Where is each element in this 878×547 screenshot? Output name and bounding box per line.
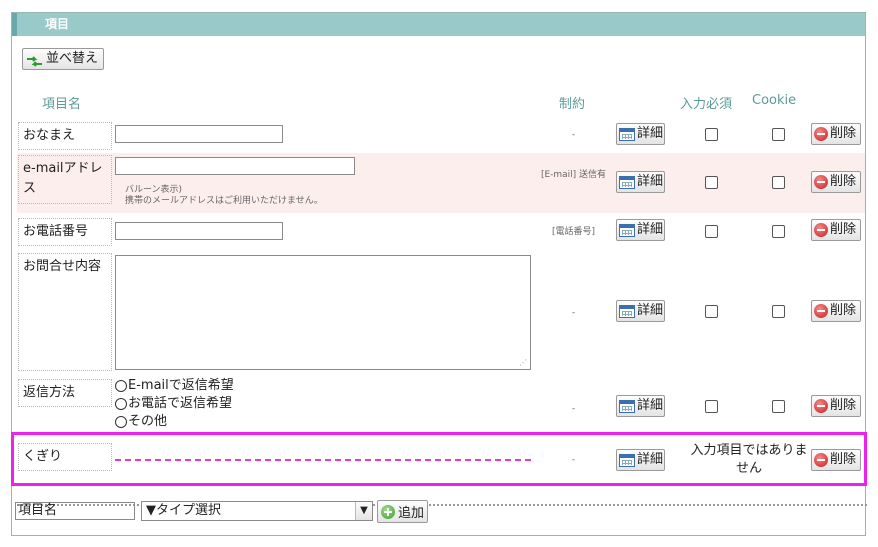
calendar-icon	[619, 399, 635, 413]
detail-button[interactable]: 詳細	[616, 300, 665, 322]
delete-button-label: 削除	[830, 222, 857, 237]
radio-button[interactable]	[115, 380, 127, 392]
cookie-checkbox[interactable]	[772, 400, 785, 413]
calendar-icon	[619, 127, 635, 141]
add-button-label: 追加	[398, 506, 425, 521]
new-item-name-input[interactable]: 項目名	[15, 502, 135, 520]
column-header-required: 入力必須	[680, 97, 733, 112]
table-row: e-mailアドレス バルーン表示) 携帯のメールアドレスはご利用いただけません…	[17, 153, 865, 213]
type-select[interactable]: ▼タイプ選択 ▼	[141, 501, 373, 521]
radio-button[interactable]	[115, 416, 127, 428]
plus-circle-icon	[381, 504, 395, 519]
cookie-checkbox[interactable]	[772, 128, 785, 141]
balloon-hint: バルーン表示)	[125, 185, 183, 195]
resize-grip-icon[interactable]: ⋰	[519, 358, 527, 367]
cookie-checkbox[interactable]	[772, 176, 785, 189]
delete-button-label: 削除	[830, 174, 857, 189]
radio-option[interactable]: E-mailで返信希望	[115, 377, 234, 395]
chevron-down-icon[interactable]: ▼	[355, 502, 372, 520]
calendar-icon	[619, 223, 635, 237]
column-header-constraint: 制約	[559, 97, 586, 112]
mobile-email-note: 携帯のメールアドレスはご利用いただけません。	[125, 196, 323, 206]
add-button[interactable]: 追加	[377, 500, 428, 523]
minus-circle-icon	[814, 175, 828, 189]
panel-title: 項目	[12, 13, 865, 36]
column-header-cookie: Cookie	[752, 93, 797, 108]
detail-button-label: 詳細	[637, 174, 664, 189]
detail-button-label: 詳細	[637, 222, 664, 237]
item-constraint: -	[571, 130, 576, 140]
item-constraint: -	[571, 308, 576, 318]
minus-circle-icon	[814, 399, 828, 413]
radio-option-label: その他	[128, 414, 168, 429]
required-checkbox[interactable]	[705, 400, 718, 413]
table-row: おなまえ - 詳細 削除	[17, 121, 865, 150]
delete-button-label: 削除	[830, 398, 857, 413]
radio-option[interactable]: お電話で返信希望	[115, 395, 232, 413]
required-checkbox[interactable]	[705, 305, 718, 318]
table-row: お問合せ内容 ⋰ - 詳細 削除	[17, 251, 865, 373]
delete-button[interactable]: 削除	[811, 395, 861, 417]
detail-button-label: 詳細	[637, 126, 664, 141]
cookie-checkbox[interactable]	[772, 225, 785, 238]
delete-button[interactable]: 削除	[811, 300, 861, 322]
delete-button-label: 削除	[830, 303, 857, 318]
selection-highlight	[11, 432, 867, 486]
radio-option-label: E-mailで返信希望	[128, 378, 234, 393]
radio-option[interactable]: その他	[115, 413, 167, 431]
detail-button-label: 詳細	[637, 398, 664, 413]
minus-circle-icon	[814, 304, 828, 318]
table-row: お電話番号 [電話番号] 詳細 削除	[17, 217, 865, 246]
item-text-input[interactable]	[115, 222, 283, 240]
item-name-label: お問合せ内容	[18, 253, 112, 371]
minus-circle-icon	[814, 127, 828, 141]
detail-button[interactable]: 詳細	[616, 123, 665, 145]
delete-button[interactable]: 削除	[811, 123, 861, 145]
delete-button[interactable]: 削除	[811, 219, 861, 241]
sort-button-label: 並べ替え	[46, 51, 99, 66]
required-checkbox[interactable]	[705, 128, 718, 141]
cookie-checkbox[interactable]	[772, 305, 785, 318]
detail-button[interactable]: 詳細	[616, 171, 665, 193]
minus-circle-icon	[814, 223, 828, 237]
item-constraint: [電話番号]	[551, 227, 596, 237]
item-name-label: e-mailアドレス	[18, 155, 112, 204]
calendar-icon	[619, 175, 635, 189]
required-checkbox[interactable]	[705, 176, 718, 189]
item-constraint: -	[571, 404, 576, 414]
table-row: 返信方法 E-mailで返信希望 お電話で返信希望 その他 - 詳細 削除	[17, 377, 865, 433]
detail-button-label: 詳細	[637, 303, 664, 318]
column-header-name: 項目名	[42, 97, 82, 112]
item-text-input[interactable]	[115, 157, 355, 175]
sort-icon	[26, 54, 43, 67]
calendar-icon	[619, 304, 635, 318]
item-text-input[interactable]	[115, 125, 283, 143]
item-name-label: 返信方法	[18, 379, 112, 407]
required-checkbox[interactable]	[705, 225, 718, 238]
delete-button-label: 削除	[830, 126, 857, 141]
detail-button[interactable]: 詳細	[616, 219, 665, 241]
item-name-label: お電話番号	[18, 218, 112, 246]
detail-button[interactable]: 詳細	[616, 395, 665, 417]
item-textarea[interactable]: ⋰	[115, 255, 531, 370]
radio-button[interactable]	[115, 398, 127, 410]
radio-option-label: お電話で返信希望	[128, 396, 233, 411]
item-name-label: おなまえ	[18, 122, 112, 150]
item-constraint: [E-mail] 送信有	[540, 170, 607, 180]
delete-button[interactable]: 削除	[811, 171, 861, 193]
type-select-value: ▼タイプ選択	[146, 503, 221, 518]
sort-button[interactable]: 並べ替え	[22, 48, 105, 70]
